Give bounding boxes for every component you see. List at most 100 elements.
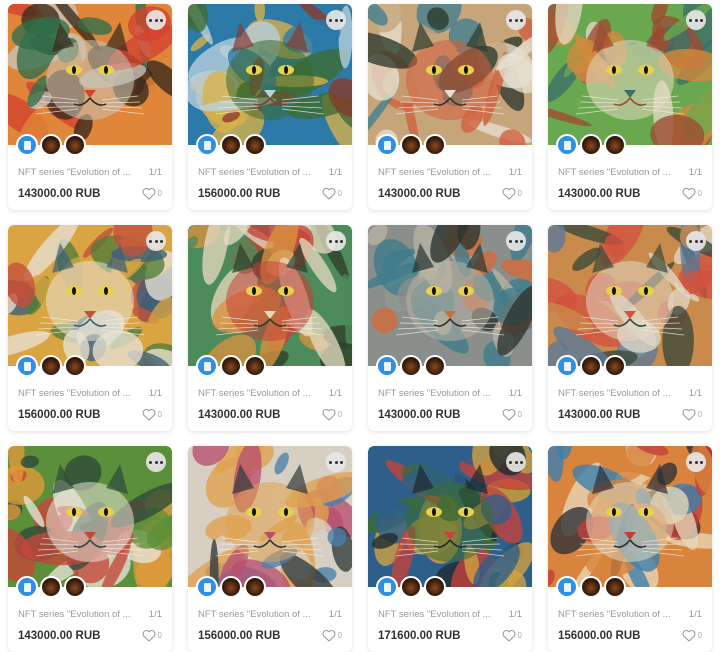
nft-card[interactable]: NFT series "Evolution of ... 1/1 143000.… — [368, 225, 532, 431]
creator-avatar[interactable] — [580, 576, 602, 598]
owner-avatar[interactable] — [64, 576, 86, 598]
nft-title[interactable]: NFT series "Evolution of ... — [558, 167, 671, 178]
more-options-button[interactable] — [686, 231, 706, 251]
collection-cube-icon[interactable] — [376, 134, 398, 156]
like-button[interactable]: 0 — [682, 187, 702, 200]
more-options-button[interactable] — [506, 231, 526, 251]
nft-artwork-image[interactable] — [548, 446, 712, 587]
nft-title[interactable]: NFT series "Evolution of ... — [378, 167, 491, 178]
nft-artwork-image[interactable] — [368, 446, 532, 587]
nft-card[interactable]: NFT series "Evolution of ... 1/1 156000.… — [548, 446, 712, 652]
more-options-button[interactable] — [146, 10, 166, 30]
more-options-button[interactable] — [506, 452, 526, 472]
owner-avatar[interactable] — [64, 134, 86, 156]
more-options-button[interactable] — [326, 10, 346, 30]
nft-card[interactable]: NFT series "Evolution of ... 1/1 143000.… — [188, 225, 352, 431]
owner-avatar[interactable] — [244, 134, 266, 156]
nft-card[interactable]: NFT series "Evolution of ... 1/1 156000.… — [8, 225, 172, 431]
nft-artwork-image[interactable] — [188, 225, 352, 366]
collection-cube-icon[interactable] — [16, 355, 38, 377]
like-button[interactable]: 0 — [322, 187, 342, 200]
owner-avatar[interactable] — [64, 355, 86, 377]
collection-cube-icon[interactable] — [556, 576, 578, 598]
more-options-button[interactable] — [686, 10, 706, 30]
nft-artwork-image[interactable] — [548, 225, 712, 366]
owner-avatar[interactable] — [604, 355, 626, 377]
like-button[interactable]: 0 — [142, 629, 162, 642]
collection-cube-icon[interactable] — [16, 576, 38, 598]
like-button[interactable]: 0 — [502, 187, 522, 200]
nft-artwork-image[interactable] — [368, 225, 532, 366]
collection-cube-icon[interactable] — [376, 576, 398, 598]
owner-avatar[interactable] — [604, 134, 626, 156]
collection-cube-icon[interactable] — [196, 134, 218, 156]
more-options-button[interactable] — [146, 231, 166, 251]
nft-card[interactable]: NFT series "Evolution of ... 1/1 143000.… — [8, 446, 172, 652]
more-options-button[interactable] — [326, 452, 346, 472]
creator-avatar[interactable] — [40, 355, 62, 377]
nft-title[interactable]: NFT series "Evolution of ... — [198, 167, 311, 178]
owner-avatar[interactable] — [604, 576, 626, 598]
nft-title[interactable]: NFT series "Evolution of ... — [18, 167, 131, 178]
collection-cube-icon[interactable] — [196, 576, 218, 598]
creator-avatar[interactable] — [220, 355, 242, 377]
nft-artwork-image[interactable] — [368, 4, 532, 145]
more-options-button[interactable] — [146, 452, 166, 472]
owner-avatar[interactable] — [424, 576, 446, 598]
collection-cube-icon[interactable] — [376, 355, 398, 377]
nft-title[interactable]: NFT series "Evolution of ... — [198, 609, 311, 620]
heart-icon — [682, 629, 696, 642]
nft-title[interactable]: NFT series "Evolution of ... — [378, 388, 491, 399]
nft-title[interactable]: NFT series "Evolution of ... — [198, 388, 311, 399]
like-button[interactable]: 0 — [682, 629, 702, 642]
nft-title[interactable]: NFT series "Evolution of ... — [558, 609, 671, 620]
nft-artwork-image[interactable] — [8, 225, 172, 366]
more-options-button[interactable] — [326, 231, 346, 251]
nft-card[interactable]: NFT series "Evolution of ... 1/1 156000.… — [188, 446, 352, 652]
like-button[interactable]: 0 — [322, 408, 342, 421]
nft-title[interactable]: NFT series "Evolution of ... — [558, 388, 671, 399]
nft-artwork-image[interactable] — [548, 4, 712, 145]
like-button[interactable]: 0 — [142, 187, 162, 200]
owner-avatar[interactable] — [244, 576, 266, 598]
owner-avatar[interactable] — [244, 355, 266, 377]
heart-icon — [502, 408, 516, 421]
creator-avatar[interactable] — [400, 355, 422, 377]
nft-card[interactable]: NFT series "Evolution of ... 1/1 143000.… — [548, 4, 712, 210]
like-button[interactable]: 0 — [502, 408, 522, 421]
nft-card[interactable]: NFT series "Evolution of ... 1/1 143000.… — [8, 4, 172, 210]
nft-title[interactable]: NFT series "Evolution of ... — [18, 388, 131, 399]
creator-avatar[interactable] — [40, 576, 62, 598]
creator-avatar[interactable] — [400, 576, 422, 598]
nft-card[interactable]: NFT series "Evolution of ... 1/1 171600.… — [368, 446, 532, 652]
nft-card[interactable]: NFT series "Evolution of ... 1/1 156000.… — [188, 4, 352, 210]
creator-avatar[interactable] — [40, 134, 62, 156]
owner-avatar[interactable] — [424, 134, 446, 156]
collection-cube-icon[interactable] — [196, 355, 218, 377]
more-options-button[interactable] — [506, 10, 526, 30]
like-button[interactable]: 0 — [142, 408, 162, 421]
creator-avatar[interactable] — [580, 134, 602, 156]
like-button[interactable]: 0 — [322, 629, 342, 642]
nft-artwork-image[interactable] — [8, 446, 172, 587]
more-options-button[interactable] — [686, 452, 706, 472]
creator-avatar[interactable] — [220, 576, 242, 598]
nft-card[interactable]: NFT series "Evolution of ... 1/1 143000.… — [548, 225, 712, 431]
nft-artwork-image[interactable] — [188, 4, 352, 145]
owner-avatar[interactable] — [424, 355, 446, 377]
like-button[interactable]: 0 — [682, 408, 702, 421]
owner-avatars — [376, 355, 448, 377]
collection-cube-icon[interactable] — [16, 134, 38, 156]
creator-avatar[interactable] — [220, 134, 242, 156]
creator-avatar[interactable] — [400, 134, 422, 156]
like-button[interactable]: 0 — [502, 629, 522, 642]
nft-artwork-image[interactable] — [188, 446, 352, 587]
nft-card[interactable]: NFT series "Evolution of ... 1/1 143000.… — [368, 4, 532, 210]
collection-cube-icon[interactable] — [556, 355, 578, 377]
creator-avatar[interactable] — [580, 355, 602, 377]
nft-artwork-image[interactable] — [8, 4, 172, 145]
collection-cube-icon[interactable] — [556, 134, 578, 156]
nft-title[interactable]: NFT series "Evolution of ... — [378, 609, 491, 620]
edition-count: 1/1 — [508, 609, 522, 620]
nft-title[interactable]: NFT series "Evolution of ... — [18, 609, 131, 620]
